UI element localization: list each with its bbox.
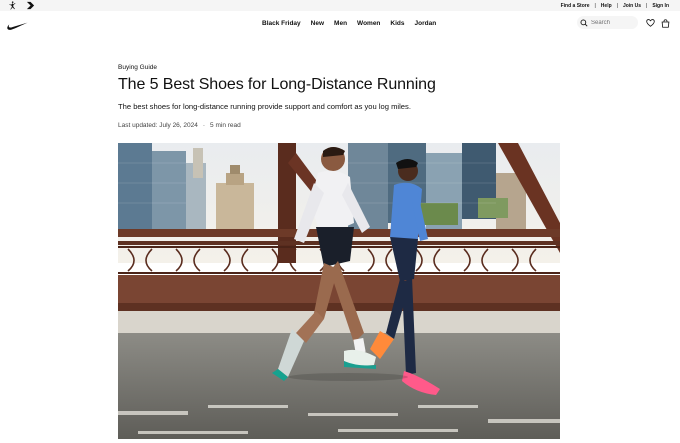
utility-links: Find a Store | Help | Join Us | Sign In xyxy=(561,0,669,11)
divider: | xyxy=(646,2,648,9)
brand-switcher xyxy=(8,1,35,10)
help-link[interactable]: Help xyxy=(601,3,612,9)
join-us-link[interactable]: Join Us xyxy=(623,3,641,9)
nike-swoosh-icon[interactable] xyxy=(7,17,28,35)
meta-separator: · xyxy=(202,122,206,129)
bag-icon[interactable] xyxy=(660,18,670,28)
sign-in-link[interactable]: Sign In xyxy=(652,3,669,9)
article-meta: Last updated: July 26, 2024 · 5 min read xyxy=(118,122,241,129)
article-title: The 5 Best Shoes for Long-Distance Runni… xyxy=(118,76,436,93)
hero-image xyxy=(118,143,560,439)
divider: | xyxy=(616,2,618,9)
last-updated: Last updated: July 26, 2024 xyxy=(118,122,198,129)
search-input[interactable] xyxy=(591,19,635,26)
menu-item-new[interactable]: New xyxy=(311,20,324,27)
divider: | xyxy=(594,2,596,9)
menu-item-kids[interactable]: Kids xyxy=(390,20,404,27)
converse-chevron-icon[interactable] xyxy=(26,1,35,10)
article-kicker[interactable]: Buying Guide xyxy=(118,64,157,71)
runners-on-bridge-photo xyxy=(118,143,560,439)
heart-icon[interactable] xyxy=(645,18,655,28)
main-nav: Black Friday New Men Women Kids Jordan xyxy=(0,11,680,35)
read-time: 5 min read xyxy=(210,122,241,129)
search-box[interactable] xyxy=(577,16,638,29)
menu-item-women[interactable]: Women xyxy=(357,20,380,27)
find-store-link[interactable]: Find a Store xyxy=(561,3,590,9)
primary-menu: Black Friday New Men Women Kids Jordan xyxy=(262,11,436,35)
search-icon[interactable] xyxy=(580,14,588,32)
article-dek: The best shoes for long-distance running… xyxy=(118,102,411,111)
jordan-jumpman-icon[interactable] xyxy=(8,1,17,10)
menu-item-black-friday[interactable]: Black Friday xyxy=(262,20,301,27)
menu-item-jordan[interactable]: Jordan xyxy=(415,20,437,27)
utility-bar: Find a Store | Help | Join Us | Sign In xyxy=(0,0,680,11)
menu-item-men[interactable]: Men xyxy=(334,20,347,27)
